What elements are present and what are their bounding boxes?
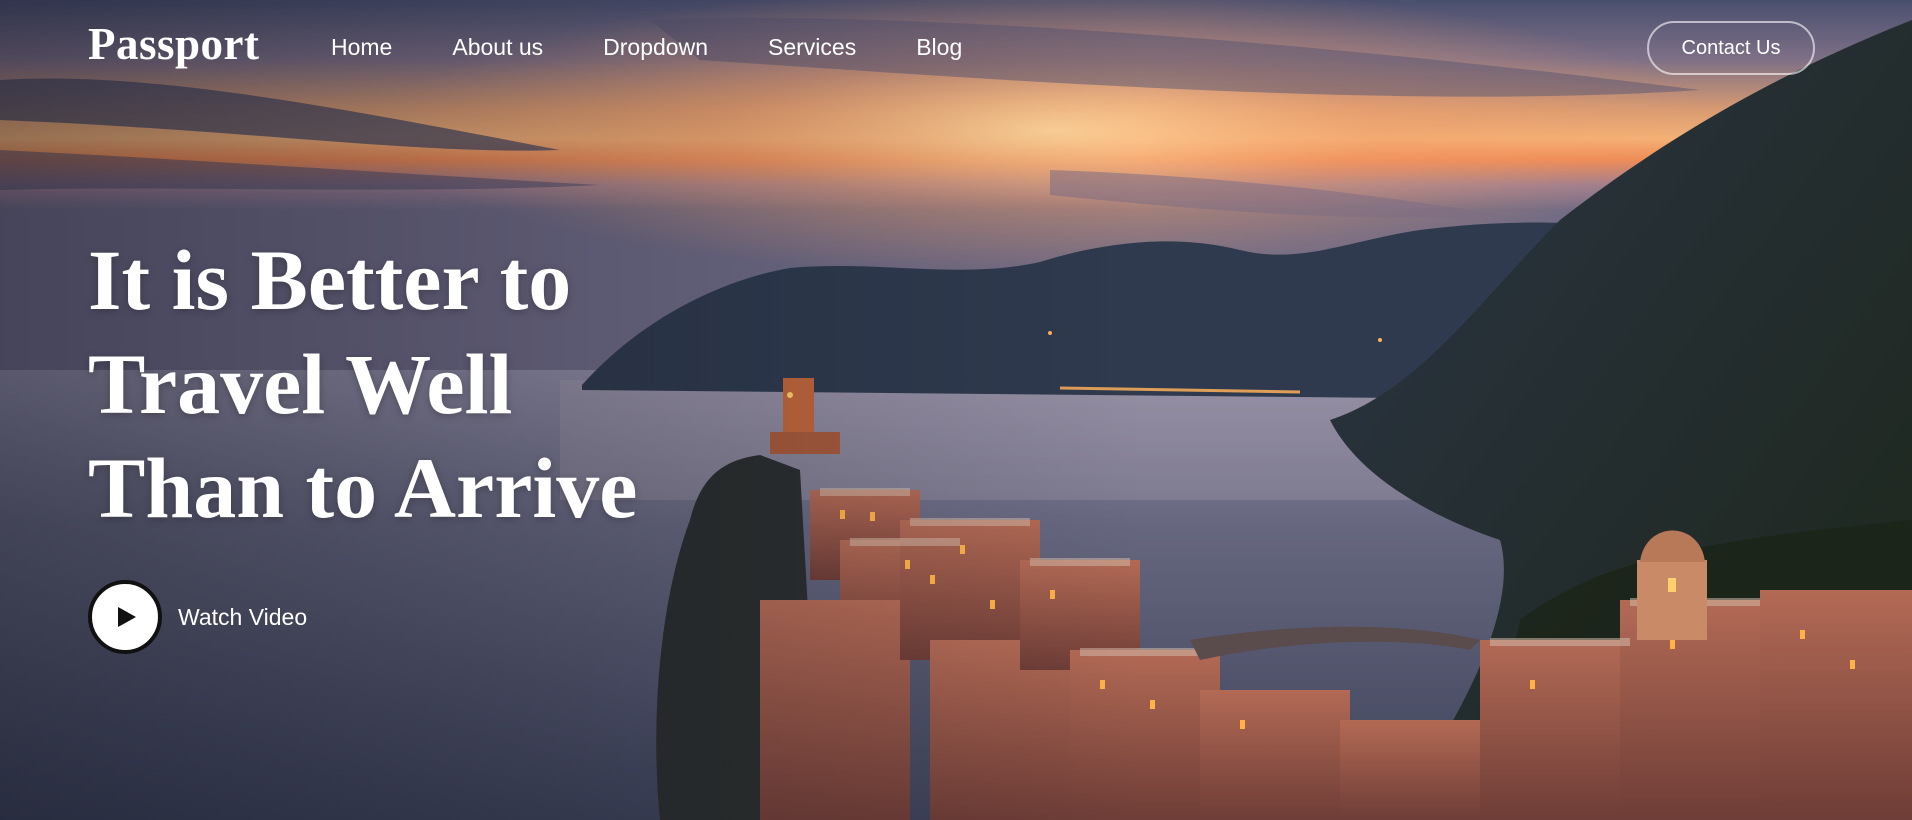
contact-us-button[interactable]: Contact Us bbox=[1647, 21, 1815, 75]
headline-line-3: Than to Arrive bbox=[88, 440, 638, 536]
play-icon bbox=[118, 607, 136, 627]
watch-video-label[interactable]: Watch Video bbox=[178, 604, 307, 631]
nav-item-home[interactable]: Home bbox=[331, 36, 392, 59]
nav-item-blog[interactable]: Blog bbox=[916, 36, 962, 59]
nav-item-dropdown[interactable]: Dropdown bbox=[603, 36, 708, 59]
headline-line-1: It is Better to bbox=[88, 232, 572, 328]
nav-menu: Home About us Dropdown Services Blog bbox=[331, 36, 1022, 59]
play-button[interactable] bbox=[88, 580, 162, 654]
top-navigation: Passport Home About us Dropdown Services… bbox=[0, 0, 1912, 100]
hero-section: Passport Home About us Dropdown Services… bbox=[0, 0, 1912, 820]
brand-logo[interactable]: Passport bbox=[88, 22, 260, 67]
watch-video-link[interactable]: Watch Video bbox=[88, 580, 307, 654]
nav-item-about-us[interactable]: About us bbox=[452, 36, 543, 59]
nav-item-services[interactable]: Services bbox=[768, 36, 856, 59]
headline-line-2: Travel Well bbox=[88, 336, 513, 432]
hero-headline: It is Better to Travel Well Than to Arri… bbox=[88, 228, 728, 540]
